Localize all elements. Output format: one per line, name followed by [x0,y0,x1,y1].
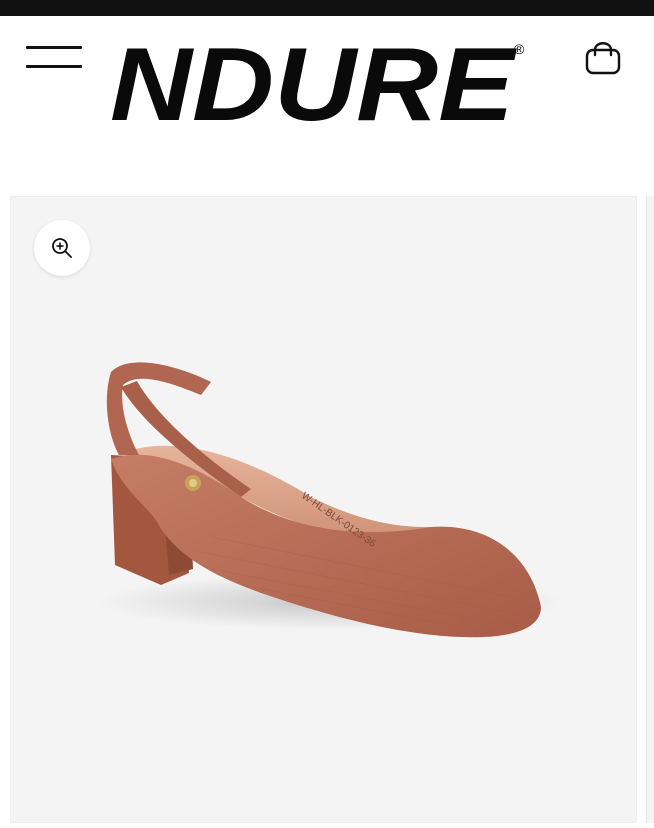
zoom-button[interactable] [34,220,90,276]
zoom-in-icon [52,238,72,258]
cart-button[interactable] [582,36,624,78]
shopping-bag-icon [585,42,621,75]
menu-button[interactable] [26,44,84,72]
registered-mark: ® [514,41,525,57]
hamburger-menu-icon [26,46,82,49]
top-announcement-bar [0,0,654,16]
product-image[interactable]: W-HL-BLK-0123-36 [11,197,637,823]
next-gallery-slide[interactable] [646,196,654,823]
product-gallery[interactable]: W-HL-BLK-0123-36 [10,196,637,823]
site-header: NDURE ® [0,16,654,166]
brand-logo[interactable]: NDURE ® [104,28,534,138]
shoe-strap [106,362,211,455]
hamburger-menu-icon [26,65,82,68]
brand-logo-text: NDURE [110,28,517,138]
